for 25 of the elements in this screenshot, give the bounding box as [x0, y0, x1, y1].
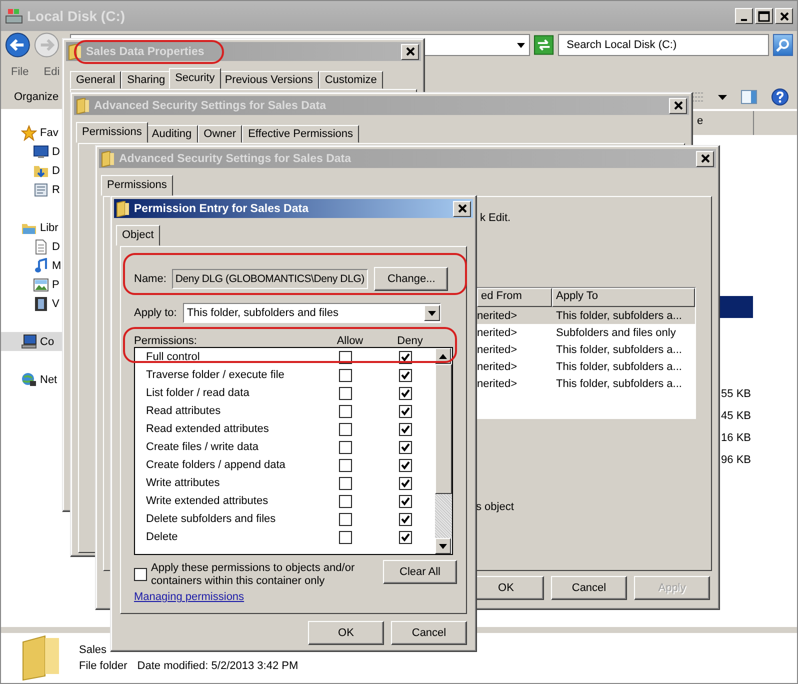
column-header: Allow — [336, 335, 364, 347]
instruction-text: k Edit. — [479, 212, 512, 224]
permission-name: Read attributes — [146, 405, 222, 417]
permission-name: Traverse folder / execute file — [146, 369, 286, 381]
window-title: Advanced Security Settings for Sales Data — [94, 100, 326, 112]
item-name: Sales — [79, 644, 108, 656]
window-title: Sales Data Properties — [86, 46, 204, 58]
column-header: Deny — [397, 335, 423, 347]
checkbox-label: Apply these permissions to objects and/or containers within this container only — [151, 562, 356, 588]
permission-name: Create files / write data — [146, 441, 260, 453]
name-label: Name: — [134, 273, 166, 285]
window-title: Permission Entry for Sales Data — [134, 202, 308, 214]
date-modified: Date modified: 5/2/2013 3:42 PM — [137, 660, 298, 672]
window-title: Advanced Security Settings for Sales Data — [119, 152, 351, 164]
permission-name: Write extended attributes — [146, 495, 270, 507]
apply-to-label: Apply to: — [134, 307, 177, 319]
permission-name: Read extended attributes — [146, 423, 270, 435]
permission-name: Full control — [146, 351, 201, 363]
item-type: File folder — [79, 660, 128, 672]
permissions-label: Permissions: — [134, 335, 198, 347]
permission-name: List folder / read data — [146, 387, 250, 399]
permission-name: Delete subfolders and files — [146, 513, 277, 525]
permission-name: Create folders / append data — [146, 459, 286, 471]
permission-name: Delete — [146, 531, 179, 543]
permission-name: Write attributes — [146, 477, 221, 489]
